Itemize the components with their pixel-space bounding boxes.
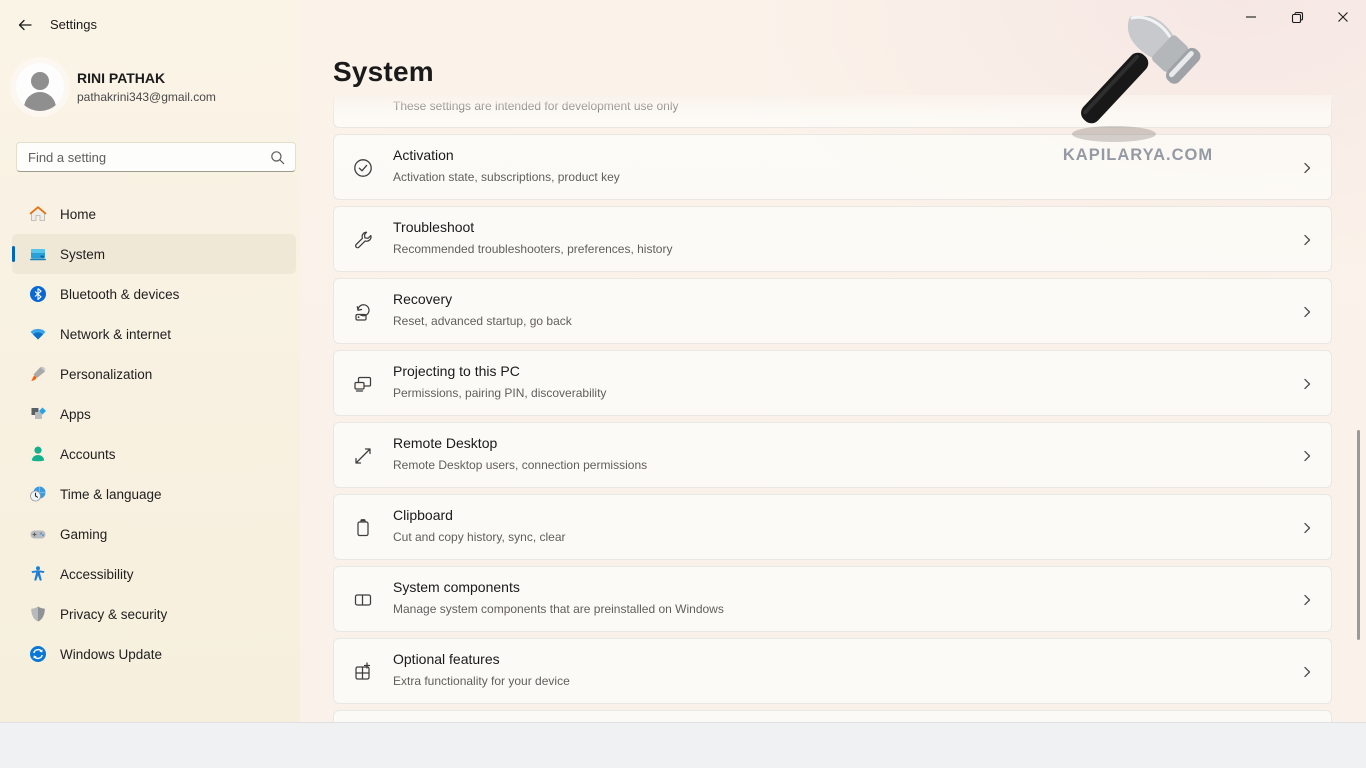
chevron-right-icon	[1299, 304, 1315, 320]
activation-icon	[352, 157, 374, 179]
app-title: Settings	[50, 17, 97, 32]
back-arrow-icon	[17, 17, 33, 33]
user-name: RINI PATHAK	[77, 70, 216, 86]
network-icon	[28, 324, 48, 344]
find-a-setting-input[interactable]	[17, 150, 270, 165]
system-icon	[28, 244, 48, 264]
gaming-icon	[28, 524, 48, 544]
row-title: Optional features	[393, 651, 500, 667]
time-language-icon	[28, 484, 48, 504]
page-title: System	[333, 56, 434, 88]
taskbar: ! 5 G S Road Construction Search	[0, 722, 1366, 768]
selected-indicator	[12, 246, 15, 262]
chevron-right-icon	[1299, 376, 1315, 392]
titlebar: Settings	[0, 0, 300, 48]
row-for-developers[interactable]: These settings are intended for developm…	[333, 95, 1332, 128]
optional-features-icon	[352, 661, 374, 683]
avatar	[16, 63, 64, 111]
sidebar-item-personalization[interactable]: Personalization	[12, 354, 296, 394]
row-activation[interactable]: Activation Activation state, subscriptio…	[333, 134, 1332, 200]
accounts-icon	[28, 444, 48, 464]
row-subtitle: Extra functionality for your device	[393, 674, 570, 688]
system-components-icon	[352, 589, 374, 611]
row-partial-bottom[interactable]	[333, 710, 1332, 722]
row-title: Activation	[393, 147, 454, 163]
clipboard-icon	[352, 517, 374, 539]
apps-icon	[28, 404, 48, 424]
sidebar-item-accounts[interactable]: Accounts	[12, 434, 296, 474]
row-title: Projecting to this PC	[393, 363, 520, 379]
row-subtitle: Reset, advanced startup, go back	[393, 314, 572, 328]
home-icon	[28, 204, 48, 224]
row-title: Troubleshoot	[393, 219, 474, 235]
back-button[interactable]	[12, 12, 38, 38]
row-subtitle: Manage system components that are preins…	[393, 602, 724, 616]
chevron-right-icon	[1299, 448, 1315, 464]
settings-window: Settings RINI PATHAK pathakrini343@gmail…	[0, 0, 1366, 768]
accessibility-icon	[28, 564, 48, 584]
search-icon	[270, 150, 285, 165]
row-title: Clipboard	[393, 507, 453, 523]
sidebar-item-time-language[interactable]: Time & language	[12, 474, 296, 514]
bluetooth-icon	[28, 284, 48, 304]
window-controls	[1228, 0, 1366, 34]
personalization-icon	[28, 364, 48, 384]
row-subtitle: Cut and copy history, sync, clear	[393, 530, 566, 544]
sidebar-nav: Home System Bluetooth & devices	[12, 194, 296, 674]
troubleshoot-icon	[352, 229, 374, 251]
row-remote-desktop[interactable]: Remote Desktop Remote Desktop users, con…	[333, 422, 1332, 488]
row-system-components[interactable]: System components Manage system componen…	[333, 566, 1332, 632]
row-title: System components	[393, 579, 520, 595]
sidebar-item-gaming[interactable]: Gaming	[12, 514, 296, 554]
recovery-icon	[352, 301, 374, 323]
sidebar-item-accessibility[interactable]: Accessibility	[12, 554, 296, 594]
chevron-right-icon	[1299, 232, 1315, 248]
row-clipboard[interactable]: Clipboard Cut and copy history, sync, cl…	[333, 494, 1332, 560]
windows-update-icon	[28, 644, 48, 664]
find-a-setting-box[interactable]	[16, 142, 296, 172]
row-subtitle: Activation state, subscriptions, product…	[393, 170, 620, 184]
remote-desktop-icon	[352, 445, 374, 467]
sidebar-item-system[interactable]: System	[12, 234, 296, 274]
row-recovery[interactable]: Recovery Reset, advanced startup, go bac…	[333, 278, 1332, 344]
row-subtitle: Recommended troubleshooters, preferences…	[393, 242, 672, 256]
minimize-button[interactable]	[1228, 0, 1274, 34]
chevron-right-icon	[1299, 520, 1315, 536]
row-subtitle: Remote Desktop users, connection permiss…	[393, 458, 647, 472]
row-troubleshoot[interactable]: Troubleshoot Recommended troubleshooters…	[333, 206, 1332, 272]
row-subtitle: These settings are intended for developm…	[393, 99, 679, 113]
chevron-right-icon	[1299, 664, 1315, 680]
row-subtitle: Permissions, pairing PIN, discoverabilit…	[393, 386, 606, 400]
for-developers-icon	[352, 95, 374, 107]
user-email: pathakrini343@gmail.com	[77, 90, 216, 104]
chevron-right-icon	[1299, 160, 1315, 176]
user-profile[interactable]: RINI PATHAK pathakrini343@gmail.com	[16, 58, 286, 116]
main-panel: System These settings are intended for d…	[300, 0, 1366, 722]
close-button[interactable]	[1320, 0, 1366, 34]
chevron-right-icon	[1299, 592, 1315, 608]
privacy-security-icon	[28, 604, 48, 624]
row-title: Recovery	[393, 291, 452, 307]
sidebar-item-windows-update[interactable]: Windows Update	[12, 634, 296, 674]
restore-button[interactable]	[1274, 0, 1320, 34]
sidebar-item-privacy-security[interactable]: Privacy & security	[12, 594, 296, 634]
row-projecting-to-this-pc[interactable]: Projecting to this PC Permissions, pairi…	[333, 350, 1332, 416]
sidebar-item-home[interactable]: Home	[12, 194, 296, 234]
sidebar-item-bluetooth-devices[interactable]: Bluetooth & devices	[12, 274, 296, 314]
row-title: Remote Desktop	[393, 435, 497, 451]
sidebar: Settings RINI PATHAK pathakrini343@gmail…	[0, 0, 300, 722]
row-optional-features[interactable]: Optional features Extra functionality fo…	[333, 638, 1332, 704]
scrollbar-thumb[interactable]	[1357, 430, 1360, 640]
projecting-icon	[352, 373, 374, 395]
settings-list: These settings are intended for developm…	[333, 95, 1332, 722]
sidebar-item-network-internet[interactable]: Network & internet	[12, 314, 296, 354]
sidebar-item-apps[interactable]: Apps	[12, 394, 296, 434]
